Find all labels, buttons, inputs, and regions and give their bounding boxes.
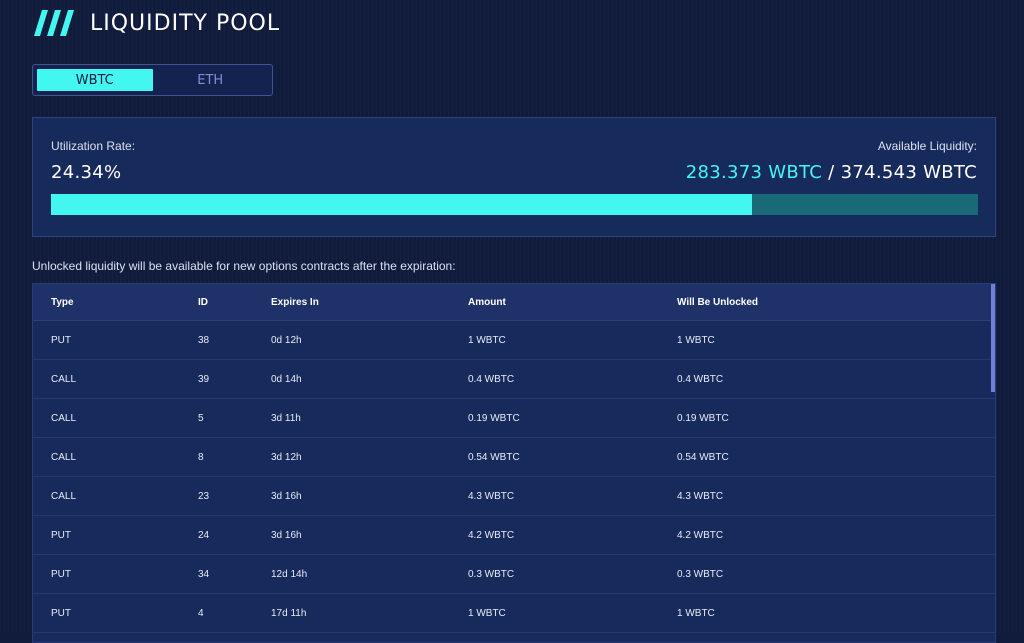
table-row: CALL 8 3d 12h 0.54 WBTC 0.54 WBTC [33, 438, 995, 477]
cell-id: 34 [198, 568, 210, 580]
column-header-expires: Expires In [271, 296, 319, 308]
liquidity-progress-bar [51, 194, 978, 215]
cell-type: CALL [51, 451, 77, 463]
unlock-table: Type ID Expires In Amount Will Be Unlock… [32, 283, 996, 643]
tab-wbtc[interactable]: WBTC [37, 69, 153, 91]
table-row: CALL 39 0d 14h 0.4 WBTC 0.4 WBTC [33, 360, 995, 399]
cell-unlocked: 4.3 WBTC [677, 490, 724, 502]
cell-type: PUT [51, 607, 71, 619]
table-header: Type ID Expires In Amount Will Be Unlock… [33, 284, 995, 321]
utilization-label: Utilization Rate: [51, 139, 136, 153]
cell-amount: 1 WBTC [468, 334, 506, 346]
column-header-unlocked: Will Be Unlocked [677, 296, 759, 308]
cell-type: PUT [51, 568, 71, 580]
table-row: PUT 38 0d 12h 1 WBTC 1 WBTC [33, 321, 995, 360]
available-liquidity-value: 283.373 WBTC / 374.543 WBTC [686, 162, 977, 183]
liquidity-stats-card: Utilization Rate: 24.34% Available Liqui… [32, 117, 996, 237]
cell-type: CALL [51, 490, 77, 502]
cell-amount: 0.19 WBTC [468, 412, 520, 424]
cell-expires: 3d 16h [271, 529, 302, 541]
cell-amount: 1 WBTC [468, 607, 506, 619]
cell-id: 24 [198, 529, 210, 541]
table-row: CALL 23 3d 16h 4.3 WBTC 4.3 WBTC [33, 477, 995, 516]
utilization-value: 24.34% [51, 162, 122, 183]
cell-unlocked: 4.2 WBTC [677, 529, 724, 541]
token-switch: WBTC ETH [32, 64, 273, 96]
table-row: PUT 24 3d 16h 4.2 WBTC 4.2 WBTC [33, 516, 995, 555]
cell-expires: 3d 16h [271, 490, 302, 502]
cell-type: PUT [51, 334, 71, 346]
cell-expires: 17d 11h [271, 607, 307, 619]
cell-id: 4 [198, 607, 204, 619]
column-header-type: Type [51, 296, 74, 308]
table-row: CALL 5 3d 11h 0.19 WBTC 0.19 WBTC [33, 399, 995, 438]
cell-amount: 4.2 WBTC [468, 529, 515, 541]
cell-id: 5 [198, 412, 204, 424]
cell-amount: 4.3 WBTC [468, 490, 515, 502]
amount-separator: / [822, 162, 841, 183]
page-title: LIQUIDITY POOL [90, 10, 281, 36]
cell-expires: 12d 14h [271, 568, 308, 580]
cell-expires: 3d 12h [271, 451, 302, 463]
cell-expires: 0d 14h [271, 373, 302, 385]
table-row: PUT 34 12d 14h 0.3 WBTC 0.3 WBTC [33, 555, 995, 594]
cell-type: CALL [51, 373, 77, 385]
cell-expires: 0d 12h [271, 334, 302, 346]
cell-id: 39 [198, 373, 210, 385]
column-header-amount: Amount [468, 296, 506, 308]
cell-id: 23 [198, 490, 210, 502]
cell-expires: 3d 11h [271, 412, 301, 424]
table-scrollbar[interactable] [991, 284, 995, 392]
cell-amount: 0.4 WBTC [468, 373, 515, 385]
available-amount: 283.373 WBTC [685, 162, 823, 183]
cell-amount: 0.54 WBTC [468, 451, 520, 463]
cell-unlocked: 0.3 WBTC [677, 568, 724, 580]
cell-id: 38 [198, 334, 210, 346]
tab-eth[interactable]: ETH [153, 69, 269, 91]
triple-slash-icon [34, 10, 74, 36]
cell-unlocked: 1 WBTC [677, 607, 715, 619]
cell-unlocked: 1 WBTC [677, 334, 715, 346]
cell-type: CALL [51, 412, 77, 424]
cell-unlocked: 0.54 WBTC [677, 451, 729, 463]
cell-unlocked: 0.19 WBTC [677, 412, 729, 424]
page-header: LIQUIDITY POOL [34, 8, 280, 38]
cell-type: PUT [51, 529, 71, 541]
column-header-id: ID [198, 296, 208, 308]
cell-amount: 0.3 WBTC [468, 568, 515, 580]
available-liquidity-label: Available Liquidity: [877, 139, 977, 153]
cell-id: 8 [198, 451, 204, 463]
cell-unlocked: 0.4 WBTC [677, 373, 724, 385]
total-amount: 374.543 WBTC [840, 162, 977, 183]
unlock-note: Unlocked liquidity will be available for… [32, 259, 456, 273]
table-row: PUT 4 17d 11h 1 WBTC 1 WBTC [33, 594, 995, 633]
liquidity-progress-fill [51, 194, 753, 215]
